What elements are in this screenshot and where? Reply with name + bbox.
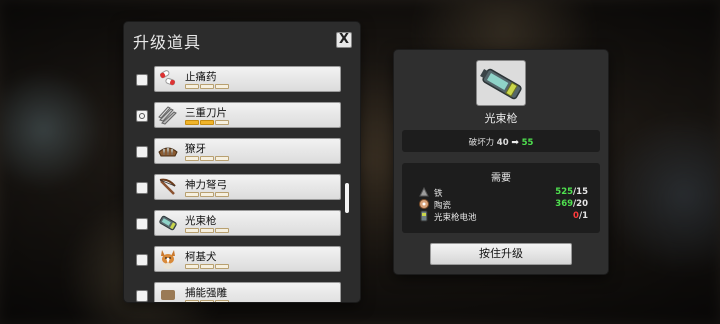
- iron-icon: [418, 186, 430, 198]
- level-pip: [185, 156, 199, 161]
- level-pip: [185, 300, 199, 302]
- hold-to-upgrade-button[interactable]: 按住升级: [430, 243, 572, 265]
- item-detail-panel: 光束枪 破坏力 40 ➡ 55 需要 铁 525/15 陶瓷 369/20 光束…: [394, 50, 608, 274]
- item-checkbox[interactable]: [136, 218, 148, 230]
- item-name: 柯基犬: [185, 251, 217, 263]
- item-name: 獠牙: [185, 143, 206, 155]
- item-title: 光束枪: [484, 112, 518, 125]
- item-name: 神力弩弓: [185, 179, 227, 191]
- game-background: [0, 0, 720, 324]
- requirement-name: 光束枪电池: [434, 213, 477, 223]
- crossbow-icon: [157, 176, 179, 198]
- fang-icon: [157, 140, 179, 162]
- level-pip: [215, 120, 229, 125]
- requirement-need: 20: [576, 199, 588, 209]
- list-item[interactable]: 獠牙: [124, 136, 360, 166]
- requirement-name: 铁: [434, 189, 443, 199]
- level-pip: [185, 84, 199, 89]
- level-pip: [185, 192, 199, 197]
- upgrade-items-panel: 升级道具 X 止痛药 三重刀片 獠牙 神力弩弓 光束枪 柯基犬 捕能强雕: [124, 22, 360, 302]
- level-pip: [200, 192, 214, 197]
- item-name: 三重刀片: [185, 107, 227, 119]
- level-pip: [185, 264, 199, 269]
- item-card[interactable]: 捕能强雕: [154, 282, 341, 302]
- level-pip: [215, 228, 229, 233]
- level-pip: [200, 120, 214, 125]
- requirements-box: 需要 铁 525/15 陶瓷 369/20 光束枪电池 0/1: [402, 163, 600, 233]
- requirement-qty: 369/20: [555, 199, 588, 209]
- stat-change-box: 破坏力 40 ➡ 55: [402, 130, 600, 152]
- item-name: 止痛药: [185, 71, 217, 83]
- requirement-row: 铁 525/15: [402, 186, 600, 199]
- item-checkbox[interactable]: [136, 146, 148, 158]
- stat-line: 破坏力 40 ➡ 55: [402, 136, 600, 148]
- requirement-qty: 525/15: [555, 187, 588, 197]
- requirement-row: 光束枪电池 0/1: [402, 210, 600, 223]
- item-checkbox[interactable]: [136, 290, 148, 302]
- item-name: 捕能强雕: [185, 287, 227, 299]
- battery-icon: [418, 210, 430, 222]
- panel-header: 升级道具 X: [124, 22, 360, 58]
- level-pip: [200, 300, 214, 302]
- requirement-row: 陶瓷 369/20: [402, 199, 600, 211]
- requirement-name: 陶瓷: [434, 201, 452, 211]
- item-card[interactable]: 柯基犬: [154, 246, 341, 272]
- corgi-icon: [157, 248, 179, 270]
- item-card[interactable]: 三重刀片: [154, 102, 341, 128]
- ceramic-icon: [418, 198, 430, 210]
- level-pip: [200, 84, 214, 89]
- level-pip: [215, 300, 229, 302]
- level-pip: [185, 228, 199, 233]
- list-item[interactable]: 光束枪: [124, 208, 360, 238]
- list-item[interactable]: 捕能强雕: [124, 280, 360, 302]
- requirement-have: 369: [555, 199, 574, 209]
- arrow-right-icon: ➡: [511, 138, 519, 148]
- item-card[interactable]: 獠牙: [154, 138, 341, 164]
- level-pip: [185, 120, 199, 125]
- stat-old-value: 40: [496, 138, 509, 148]
- triple-blade-icon: [157, 104, 179, 126]
- level-pip: [215, 156, 229, 161]
- level-pip: [215, 84, 229, 89]
- beam-gun-icon: [476, 60, 526, 106]
- close-button[interactable]: X: [336, 32, 352, 48]
- panel-title: 升级道具: [133, 33, 202, 52]
- item-checkbox[interactable]: [136, 74, 148, 86]
- stat-label: 破坏力: [468, 138, 495, 148]
- item-checkbox[interactable]: [136, 182, 148, 194]
- item-name: 光束枪: [185, 215, 217, 227]
- item-checkbox[interactable]: [136, 254, 148, 266]
- level-pip: [200, 156, 214, 161]
- list-item[interactable]: 三重刀片: [124, 100, 360, 130]
- list-item[interactable]: 柯基犬: [124, 244, 360, 274]
- level-pip: [215, 192, 229, 197]
- pill-icon: [157, 68, 179, 90]
- item-card[interactable]: 止痛药: [154, 66, 341, 92]
- requirement-need: 15: [576, 187, 588, 197]
- level-pip: [215, 264, 229, 269]
- item-card[interactable]: 光束枪: [154, 210, 341, 236]
- requirement-need: 1: [582, 211, 588, 221]
- list-scrollbar[interactable]: [345, 183, 349, 213]
- requirements-title: 需要: [491, 173, 511, 184]
- requirement-have: 525: [555, 187, 574, 197]
- stat-new-value: 55: [521, 138, 534, 148]
- list-item[interactable]: 神力弩弓: [124, 172, 360, 202]
- level-pip: [200, 228, 214, 233]
- item-card[interactable]: 神力弩弓: [154, 174, 341, 200]
- requirement-qty: 0/1: [573, 211, 588, 221]
- item-checkbox[interactable]: [136, 110, 148, 122]
- list-item[interactable]: 止痛药: [124, 64, 360, 94]
- level-pip: [200, 264, 214, 269]
- item-icon: [157, 284, 179, 302]
- item-list: 止痛药 三重刀片 獠牙 神力弩弓 光束枪 柯基犬 捕能强雕: [124, 62, 360, 302]
- beam-gun-icon: [157, 212, 179, 234]
